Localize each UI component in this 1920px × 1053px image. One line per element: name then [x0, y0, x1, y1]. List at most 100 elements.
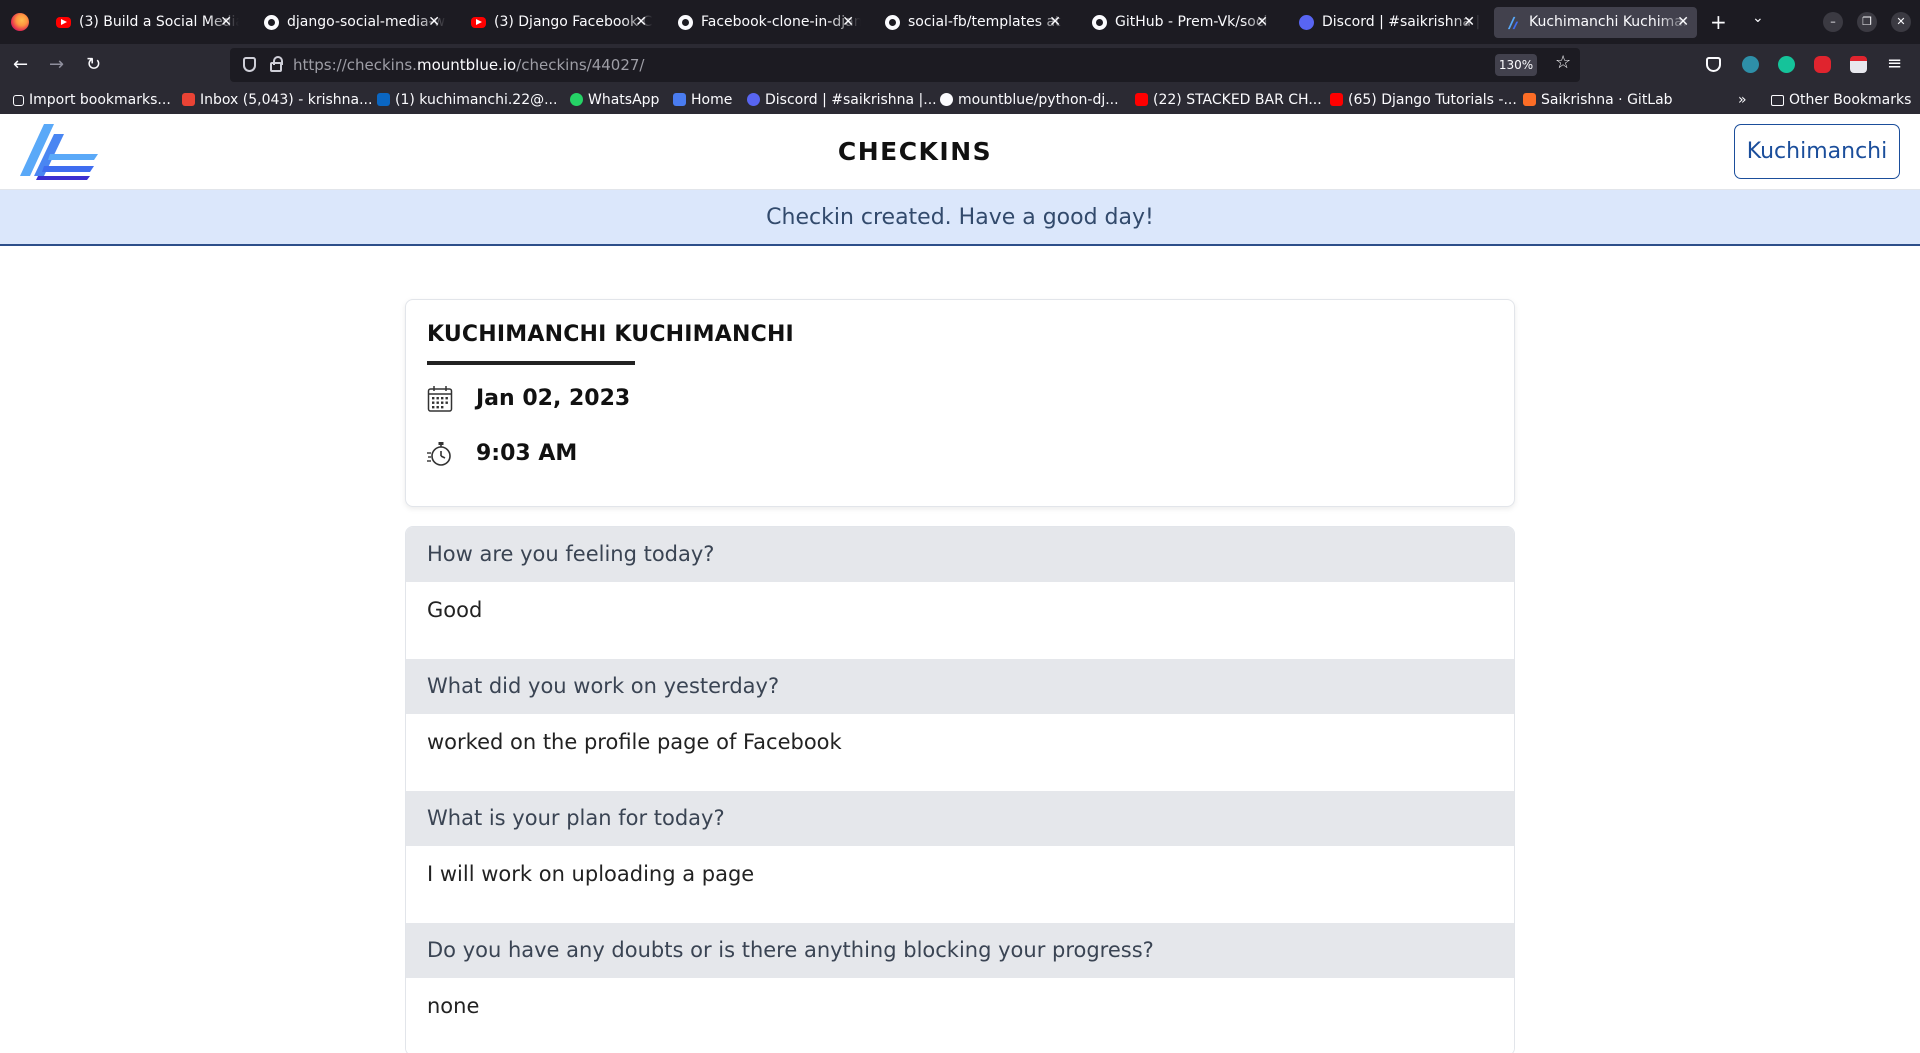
adblock-icon[interactable] [1814, 56, 1831, 73]
close-icon[interactable]: ✕ [842, 7, 854, 38]
reload-icon[interactable]: ↻ [86, 53, 101, 77]
question-text: How are you feeling today? [406, 527, 1514, 582]
answer-text: I will work on uploading a page [406, 846, 1514, 923]
whatsapp-icon [570, 93, 583, 106]
bookmark-item[interactable]: Import bookmarks... [13, 86, 171, 114]
qa-item: How are you feeling today? Good [406, 527, 1514, 659]
browser-tab[interactable]: Facebook-clone-in-djan ✕ [666, 7, 862, 38]
close-icon[interactable]: ✕ [1677, 7, 1689, 38]
page-content: CHECKINS Kuchimanchi Checkin created. Ha… [0, 114, 1920, 1053]
bookmark-item[interactable]: (65) Django Tutorials -... [1330, 86, 1517, 114]
browser-tab[interactable]: (3) Build a Social Media ✕ [44, 7, 240, 38]
browser-tab[interactable]: social-fb/templates at ✕ [873, 7, 1069, 38]
checkin-time: 9:03 AM [476, 441, 578, 466]
tab-title: GitHub - Prem-Vk/soci [1115, 14, 1268, 30]
question-text: What is your plan for today? [406, 791, 1514, 846]
hamburger-menu-icon[interactable]: ≡ [1887, 52, 1902, 76]
new-tab-button[interactable]: + [1710, 10, 1727, 34]
github-icon [1092, 15, 1107, 30]
lock-icon[interactable] [270, 56, 283, 72]
checkin-answers: How are you feeling today? Good What did… [405, 526, 1515, 1053]
close-icon[interactable]: ✕ [220, 7, 232, 38]
browser-tab[interactable]: Discord | #saikrishna | ✕ [1287, 7, 1483, 38]
chevron-down-icon[interactable]: ⌄ [1752, 10, 1764, 26]
youtube-icon [1330, 93, 1343, 106]
question-text: What did you work on yesterday? [406, 659, 1514, 714]
close-icon[interactable]: ✕ [1256, 7, 1268, 38]
name-underline [427, 361, 635, 365]
github-icon [678, 15, 693, 30]
back-arrow-icon[interactable]: ← [13, 53, 28, 77]
tab-title: Facebook-clone-in-djan [701, 14, 861, 30]
github-icon [264, 15, 279, 30]
import-icon [13, 95, 24, 106]
chevrons-right-icon[interactable]: » [1738, 86, 1747, 114]
bookmark-item[interactable]: Inbox (5,043) - krishna... [182, 86, 372, 114]
mountblue-icon [1507, 16, 1519, 30]
bookmark-item[interactable]: Home [673, 86, 732, 114]
forward-arrow-icon[interactable]: → [49, 53, 64, 77]
extension-icon[interactable] [1742, 56, 1759, 73]
youtube-icon [56, 17, 71, 28]
address-bar[interactable]: https://checkins.mountblue.io/checkins/4… [230, 48, 1580, 82]
linkedin-icon [377, 93, 390, 106]
discord-icon [1299, 15, 1314, 30]
tab-title: social-fb/templates at [908, 14, 1061, 30]
restore-button[interactable]: ❐ [1857, 12, 1877, 32]
gmail-icon [182, 93, 195, 106]
url-text[interactable]: https://checkins.mountblue.io/checkins/4… [293, 48, 644, 82]
close-window-button[interactable]: ✕ [1891, 12, 1911, 32]
site-title: CHECKINS [837, 137, 993, 166]
firefox-icon[interactable] [11, 13, 29, 31]
qa-item: Do you have any doubts or is there anyth… [406, 923, 1514, 1053]
bookmark-item[interactable]: Saikrishna · GitLab [1523, 86, 1673, 114]
browser-tab[interactable]: GitHub - Prem-Vk/soci ✕ [1080, 7, 1276, 38]
checkin-summary-card: KUCHIMANCHI KUCHIMANCHI Jan 02, 2023 9:0… [405, 299, 1515, 507]
browser-tab-bar: (3) Build a Social Media ✕ django-social… [0, 0, 1920, 44]
shield-icon[interactable] [243, 57, 256, 72]
stopwatch-icon [427, 442, 451, 466]
tab-title: (3) Django Facebook C [494, 14, 653, 30]
bookmark-item[interactable]: (22) STACKED BAR CH... [1135, 86, 1322, 114]
bookmarks-toolbar: Import bookmarks... Inbox (5,043) - kris… [0, 86, 1920, 114]
browser-tab[interactable]: (3) Django Facebook C ✕ [459, 7, 655, 38]
github-icon [940, 93, 953, 106]
answer-text: worked on the profile page of Facebook [406, 714, 1514, 791]
discord-icon [747, 93, 760, 106]
bookmark-item[interactable]: (1) kuchimanchi.22@... [377, 86, 557, 114]
zoom-level[interactable]: 130% [1495, 54, 1537, 76]
github-icon [885, 15, 900, 30]
bookmark-item[interactable]: mountblue/python-dj... [940, 86, 1119, 114]
site-header: CHECKINS Kuchimanchi [0, 114, 1920, 190]
tab-title: django-social-media-w [287, 14, 446, 30]
mountblue-icon [673, 93, 686, 106]
youtube-icon [1135, 93, 1148, 106]
tab-title: Discord | #saikrishna | [1322, 14, 1481, 30]
success-alert: Checkin created. Have a good day! [0, 190, 1920, 246]
star-icon[interactable]: ☆ [1555, 52, 1571, 73]
browser-nav-bar: ← → ↻ https://checkins.mountblue.io/chec… [0, 44, 1920, 86]
checkin-user-name: KUCHIMANCHI KUCHIMANCHI [427, 322, 794, 347]
calendar-icon [427, 386, 453, 412]
checkin-date: Jan 02, 2023 [476, 386, 631, 411]
folder-icon [1771, 95, 1784, 106]
close-icon[interactable]: ✕ [1049, 7, 1061, 38]
minimize-button[interactable]: – [1823, 12, 1843, 32]
bookmark-item[interactable]: WhatsApp [570, 86, 659, 114]
qa-item: What did you work on yesterday? worked o… [406, 659, 1514, 791]
browser-tab[interactable]: django-social-media-w ✕ [252, 7, 448, 38]
pocket-icon[interactable] [1706, 57, 1721, 72]
bookmark-item[interactable]: Discord | #saikrishna |... [747, 86, 937, 114]
close-icon[interactable]: ✕ [428, 7, 440, 38]
answer-text: none [406, 978, 1514, 1053]
question-text: Do you have any doubts or is there anyth… [406, 923, 1514, 978]
extension-icon[interactable] [1850, 56, 1867, 73]
tab-title: Kuchimanchi Kuchiman [1529, 14, 1689, 30]
close-icon[interactable]: ✕ [635, 7, 647, 38]
grammarly-icon[interactable] [1778, 56, 1795, 73]
close-icon[interactable]: ✕ [1463, 7, 1475, 38]
answer-text: Good [406, 582, 1514, 659]
other-bookmarks[interactable]: Other Bookmarks [1771, 86, 1911, 114]
browser-tab-active[interactable]: Kuchimanchi Kuchiman ✕ [1494, 7, 1697, 38]
user-menu-button[interactable]: Kuchimanchi [1734, 124, 1900, 179]
